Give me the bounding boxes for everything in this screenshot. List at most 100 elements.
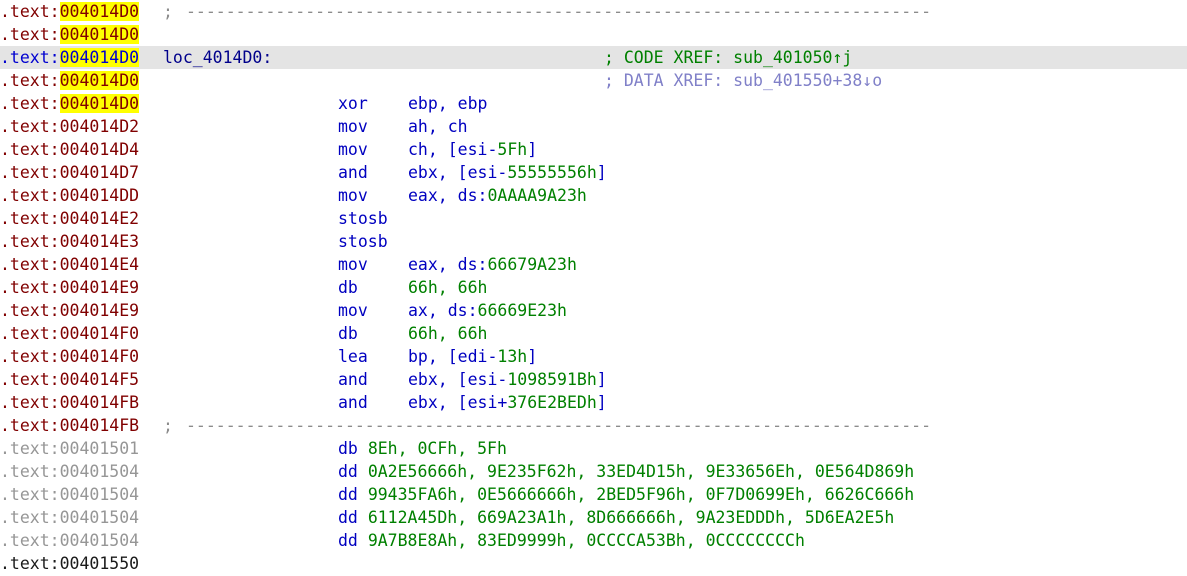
instruction-operands[interactable]: ebx, [esi+376E2BEDh] [408, 391, 607, 414]
segment-name: .text: [0, 416, 60, 435]
instruction-mnemonic[interactable]: xor [338, 92, 368, 115]
listing-row[interactable]: .text:004014F5 and ebx, [esi-1098591Bh] [0, 368, 1187, 391]
instruction-operands[interactable]: ax, ds:66669E23h [408, 299, 567, 322]
address-gutter: .text:004014D0 [0, 23, 140, 46]
listing-row[interactable]: .text:00401504 dd 6112A45Dh, 669A23A1h, 8… [0, 506, 1187, 529]
listing-row[interactable]: .text:00401504 dd 99435FA6h, 0E5666666h, … [0, 483, 1187, 506]
listing-row[interactable]: .text:00401501 db 8Eh, 0CFh, 5Fh [0, 437, 1187, 460]
listing-row[interactable]: .text:004014F0 lea bp, [edi-13h] [0, 345, 1187, 368]
instruction-mnemonic[interactable]: and [338, 368, 368, 391]
comment-semicolon: ; [163, 2, 173, 21]
listing-row[interactable]: .text:004014D0 ; DATA XREF: sub_401550+38… [0, 69, 1187, 92]
instruction-mnemonic[interactable]: mov [338, 253, 368, 276]
address-value: 004014E9 [59, 278, 140, 297]
instruction-mnemonic[interactable]: and [338, 391, 368, 414]
instruction-operands[interactable]: eax, ds:66679A23h [408, 253, 577, 276]
segment-name: .text: [0, 347, 60, 366]
listing-row[interactable]: .text:004014FB and ebx, [esi+376E2BEDh] [0, 391, 1187, 414]
disassembly-listing[interactable]: .text:004014D0; -------------------------… [0, 0, 1187, 576]
listing-row[interactable]: .text:004014D2 mov ah, ch [0, 115, 1187, 138]
data-values: 0A2E56666h, 9E235F62h, 33ED4D15h, 9E3365… [367, 462, 915, 481]
instruction-operands[interactable]: 66h, 66h [408, 322, 487, 345]
operand-text: ] [596, 370, 607, 389]
numeric-constant: 66679A23h [487, 255, 577, 274]
listing-row[interactable]: .text:004014FB; -------------------------… [0, 414, 1187, 437]
data-definition[interactable]: dd 99435FA6h, 0E5666666h, 2BED5F96h, 0F7… [338, 483, 914, 506]
segment-name: .text: [0, 301, 60, 320]
instruction-operands[interactable]: ebx, [esi-1098591Bh] [408, 368, 607, 391]
numeric-constant: 66669E23h [477, 301, 567, 320]
data-keyword: db [338, 439, 368, 458]
address-value: 00401504 [59, 485, 140, 504]
address-gutter: .text:004014D0 [0, 46, 140, 69]
segment-name: .text: [0, 554, 60, 573]
instruction-mnemonic[interactable]: stosb [338, 207, 388, 230]
segment-name: .text: [0, 439, 60, 458]
listing-row[interactable]: .text:004014F0 db 66h, 66h [0, 322, 1187, 345]
numeric-constant: 66h, 66h [408, 324, 488, 343]
instruction-mnemonic[interactable]: mov [338, 138, 368, 161]
address-gutter: .text:004014E3 [0, 230, 139, 253]
listing-row[interactable]: .text:004014D7 and ebx, [esi-55555556h] [0, 161, 1187, 184]
operand-text: ] [596, 163, 607, 182]
address-gutter: .text:004014F0 [0, 345, 139, 368]
instruction-mnemonic[interactable]: lea [338, 345, 368, 368]
listing-row[interactable]: .text:00401504 dd 0A2E56666h, 9E235F62h, … [0, 460, 1187, 483]
instruction-mnemonic[interactable]: mov [338, 299, 368, 322]
listing-row[interactable]: .text:004014D4 mov ch, [esi-5Fh] [0, 138, 1187, 161]
instruction-operands[interactable]: 66h, 66h [408, 276, 487, 299]
data-definition[interactable]: dd 0A2E56666h, 9E235F62h, 33ED4D15h, 9E3… [338, 460, 914, 483]
code-xref-comment: ; CODE XREF: sub_401050↑j [604, 48, 853, 67]
instruction-mnemonic[interactable]: db [338, 276, 358, 299]
instruction-operands[interactable]: ch, [esi-5Fh] [408, 138, 537, 161]
segment-name: .text: [0, 255, 60, 274]
operand-text: ax, ds: [408, 301, 478, 320]
instruction-operands[interactable]: ebx, [esi-55555556h] [408, 161, 607, 184]
address-gutter: .text:004014D4 [0, 138, 139, 161]
instruction-mnemonic[interactable]: stosb [338, 230, 388, 253]
instruction-operands[interactable]: ah, ch [408, 115, 468, 138]
address-gutter: .text:004014E4 [0, 253, 139, 276]
address-gutter: .text:00401550 [0, 552, 139, 575]
listing-row[interactable]: .text:004014D0 [0, 23, 1187, 46]
listing-row[interactable]: .text:00401504 dd 9A7B8E8Ah, 83ED9999h, 0… [0, 529, 1187, 552]
listing-row[interactable]: .text:004014E4 mov eax, ds:66679A23h [0, 253, 1187, 276]
instruction-mnemonic[interactable]: mov [338, 184, 368, 207]
operand-text: bp, [edi- [408, 347, 498, 366]
data-definition[interactable]: dd 9A7B8E8Ah, 83ED9999h, 0CCCCA53Bh, 0CC… [338, 529, 805, 552]
address-gutter: .text:004014D0 [0, 0, 140, 23]
listing-row[interactable]: .text:004014DD mov eax, ds:0AAAA9A23h [0, 184, 1187, 207]
data-values: 6112A45Dh, 669A23A1h, 8D666666h, 9A23EDD… [367, 508, 895, 527]
data-values: 8Eh, 0CFh, 5Fh [367, 439, 507, 458]
instruction-mnemonic[interactable]: db [338, 322, 358, 345]
instruction-operands[interactable]: bp, [edi-13h] [408, 345, 537, 368]
listing-row[interactable]: .text:004014D0 xor ebp, ebp [0, 92, 1187, 115]
instruction-mnemonic[interactable]: and [338, 161, 368, 184]
data-definition[interactable]: db 8Eh, 0CFh, 5Fh [338, 437, 507, 460]
address-value: 004014D0 [59, 94, 140, 113]
numeric-constant: 5Fh [497, 140, 528, 159]
listing-row[interactable]: .text:004014E3 stosb [0, 230, 1187, 253]
listing-row[interactable]: .text:004014E9 mov ax, ds:66669E23h [0, 299, 1187, 322]
operand-text: ebx, [esi- [408, 163, 508, 182]
listing-row[interactable]: .text:004014D0 loc_4014D0: ; CODE XREF: su… [0, 46, 1187, 69]
segment-name: .text: [0, 278, 60, 297]
data-definition[interactable]: dd 6112A45Dh, 669A23A1h, 8D666666h, 9A23… [338, 506, 894, 529]
listing-row[interactable]: .text:004014E2 stosb [0, 207, 1187, 230]
instruction-mnemonic[interactable]: mov [338, 115, 368, 138]
instruction-operands[interactable]: ebp, ebp [408, 92, 487, 115]
address-value: 00401504 [59, 508, 140, 527]
address-value: 00401504 [59, 462, 140, 481]
data-values: 9A7B8E8Ah, 83ED9999h, 0CCCCA53Bh, 0CCCCC… [367, 531, 805, 550]
listing-row[interactable]: .text:004014E9 db 66h, 66h [0, 276, 1187, 299]
listing-row[interactable]: .text:00401550 [0, 552, 1187, 575]
data-keyword: dd [338, 462, 368, 481]
operand-text: ] [527, 347, 538, 366]
segment-name: .text: [0, 71, 60, 90]
listing-row[interactable]: .text:004014D0; -------------------------… [0, 0, 1187, 23]
code-label[interactable]: loc_4014D0: [163, 46, 272, 69]
address-value: 00401504 [59, 531, 140, 550]
address-gutter: .text:00401501 [0, 437, 139, 460]
instruction-operands[interactable]: eax, ds:0AAAA9A23h [408, 184, 587, 207]
address-value: 004014E9 [59, 301, 140, 320]
